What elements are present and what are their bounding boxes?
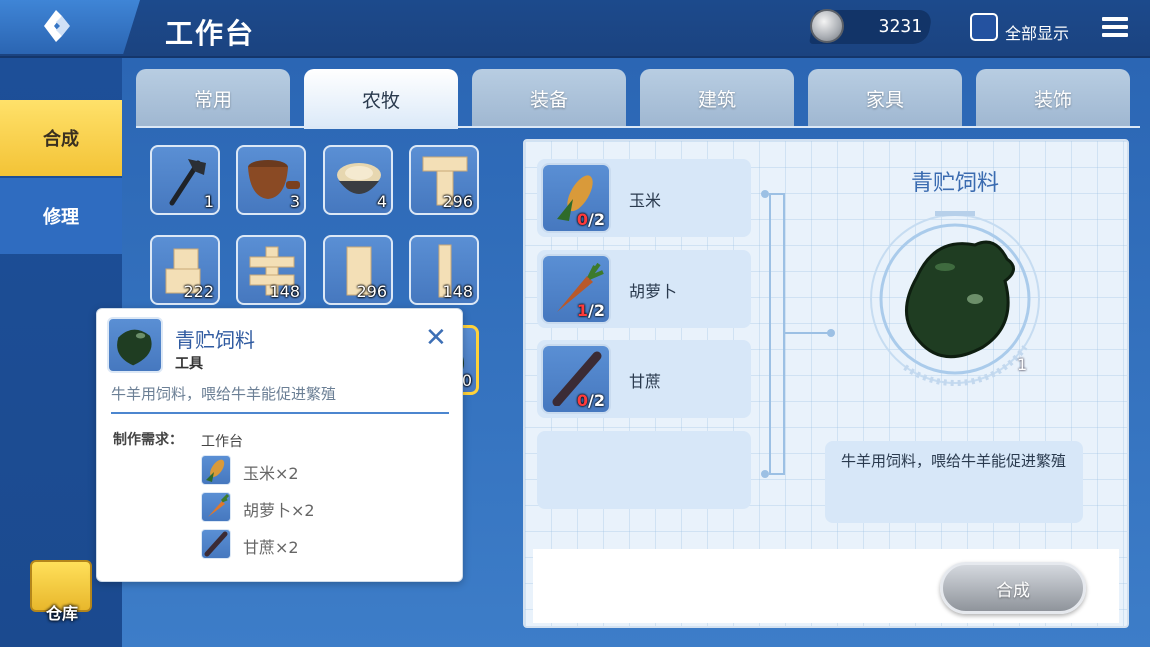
ingredient-count: 0/2 [576, 391, 605, 410]
connector-line [783, 332, 831, 334]
tab-building[interactable]: 建筑 [640, 69, 794, 127]
warehouse-button[interactable]: 仓库 [22, 548, 102, 628]
ingredient-slot-empty [537, 431, 751, 509]
recipe-panel: 0/2 玉米 1/2 胡萝卜 0/2 甘蔗 青贮饲料 1 牛羊用饲料，喂给牛羊能… [523, 139, 1129, 628]
product-description: 牛羊用饲料，喂给牛羊能促进繁殖 [825, 441, 1083, 523]
grid-item-post-block[interactable]: 148 [409, 235, 479, 305]
tooltip-title: 青贮饲料 [175, 328, 255, 352]
item-count: 222 [183, 282, 214, 301]
requirement-text: 甘蔗×2 [243, 538, 299, 557]
item-count: 296 [442, 192, 473, 211]
back-arrow-icon [44, 10, 70, 42]
tab-furniture[interactable]: 家具 [808, 69, 962, 127]
item-count: 296 [356, 282, 387, 301]
show-all-label[interactable]: 全部显示 [1005, 20, 1069, 44]
list-menu-icon[interactable] [1102, 17, 1128, 39]
ingredient-count: 0/2 [576, 210, 605, 229]
grid-item-bowl[interactable]: 4 [323, 145, 393, 215]
connector-line [769, 193, 783, 195]
ingredient-icon-frame: 0/2 [541, 344, 611, 414]
tab-farming[interactable]: 农牧 [304, 69, 458, 129]
ingredient-icon-frame: 0/2 [541, 163, 611, 233]
category-tabs: 常用 农牧 装备 建筑 家具 装饰 [136, 69, 1140, 129]
back-button[interactable] [0, 0, 140, 54]
show-all-checkbox[interactable] [970, 13, 998, 41]
tooltip-type: 工具 [175, 356, 203, 372]
grid-item-axe[interactable]: 1 [150, 145, 220, 215]
item-count: 1 [203, 192, 214, 211]
warehouse-label: 仓库 [45, 604, 78, 623]
carrot-icon [201, 492, 231, 522]
connector-dot [761, 470, 769, 478]
connector-line [769, 193, 771, 475]
tab-common[interactable]: 常用 [136, 69, 290, 127]
feed-icon [117, 329, 152, 366]
grid-item-pillar-block[interactable]: 296 [323, 235, 393, 305]
grid-item-block[interactable]: 222 [150, 235, 220, 305]
sidebar-tab-craft[interactable]: 合成 [0, 100, 140, 176]
item-count: 148 [442, 282, 473, 301]
ingredient-name: 玉米 [629, 191, 662, 210]
ingredient-name: 甘蔗 [629, 372, 662, 391]
requirement-text: 玉米×2 [243, 464, 299, 483]
grid-item-pot[interactable]: 3 [236, 145, 306, 215]
sugarcane-icon [201, 529, 231, 559]
connector-line [769, 473, 783, 475]
ingredient-card-corn[interactable]: 0/2 玉米 [537, 159, 751, 237]
top-bar: 工作台 3231 全部显示 [0, 0, 1150, 58]
tab-divider [136, 126, 1140, 128]
connector-line [783, 193, 785, 475]
ingredient-name: 胡萝卜 [629, 282, 678, 301]
ingredient-icon-frame: 1/2 [541, 254, 611, 324]
ingredient-card-sugarcane[interactable]: 0/2 甘蔗 [537, 340, 751, 418]
sidebar-tab-repair[interactable]: 修理 [0, 178, 122, 254]
page-title: 工作台 [165, 17, 256, 50]
item-count: 4 [376, 192, 387, 211]
item-count: 148 [269, 282, 300, 301]
tab-equipment[interactable]: 装备 [472, 69, 626, 127]
craft-button[interactable]: 合成 [940, 562, 1086, 614]
grid-item-table-block[interactable]: 296 [409, 145, 479, 215]
item-count: 3 [289, 192, 300, 211]
tab-decoration[interactable]: 装饰 [976, 69, 1130, 127]
requirement-row-corn: 玉米×2 [201, 455, 401, 485]
item-count: 0 [461, 371, 472, 390]
tooltip-description: 牛羊用饲料，喂给牛羊能促进繁殖 [111, 383, 449, 414]
item-tooltip: 青贮饲料 工具 ✕ 牛羊用饲料，喂给牛羊能促进繁殖 制作需求： 工作台 玉米×2… [96, 308, 463, 582]
coin-value: 3231 [878, 16, 922, 37]
product-title: 青贮饲料 [910, 171, 999, 196]
requirement-row-sugarcane: 甘蔗×2 [201, 529, 401, 559]
corn-icon [201, 455, 231, 485]
tooltip-item-icon [107, 317, 163, 373]
ingredient-card-carrot[interactable]: 1/2 胡萝卜 [537, 250, 751, 328]
ingredient-count: 1/2 [576, 301, 605, 320]
grid-item-fence-block[interactable]: 148 [236, 235, 306, 305]
requirements-station: 工作台 [201, 434, 243, 450]
coin-icon [810, 9, 844, 43]
connector-dot [761, 190, 769, 198]
close-icon[interactable]: ✕ [425, 323, 447, 353]
connector-dot [827, 329, 835, 337]
requirement-row-carrot: 胡萝卜×2 [201, 492, 401, 522]
product-count: 1 [1017, 355, 1028, 374]
requirement-text: 胡萝卜×2 [243, 501, 315, 520]
requirements-label: 制作需求： [113, 432, 183, 448]
